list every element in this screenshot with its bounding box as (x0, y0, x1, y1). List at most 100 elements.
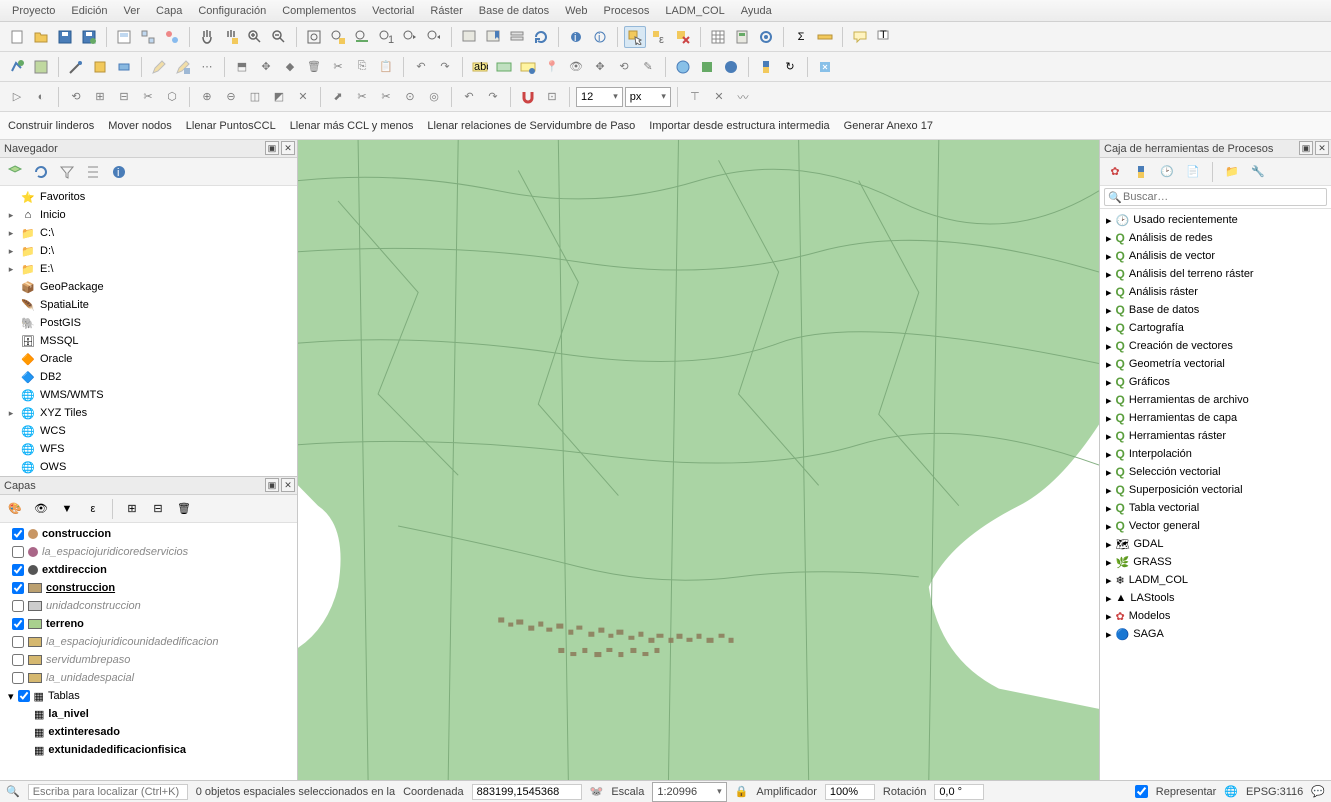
add-vector-icon[interactable] (6, 56, 28, 78)
new-bookmark-icon[interactable] (482, 26, 504, 48)
layer-item[interactable]: extdireccion (0, 561, 297, 579)
messages-icon[interactable]: 💬 (1311, 785, 1325, 798)
print-layout-icon[interactable] (113, 26, 135, 48)
identify2-icon[interactable]: i (589, 26, 611, 48)
new-project-icon[interactable] (6, 26, 28, 48)
snap-enable-icon[interactable] (517, 86, 539, 108)
select-by-expr-icon[interactable]: ε (648, 26, 670, 48)
menu-complementos[interactable]: Complementos (274, 3, 364, 19)
navegador-item[interactable]: ▸📁D:\ (0, 242, 297, 260)
layer-item[interactable]: unidadconstruccion (0, 597, 297, 615)
adv-dig-9[interactable]: ◫ (244, 86, 266, 108)
proceso-group[interactable]: ▸❄LADM_COL (1100, 571, 1331, 589)
menu-edicion[interactable]: Edición (63, 3, 115, 19)
proceso-group[interactable]: ▸🕑Usado recientemente (1100, 211, 1331, 229)
tabla-item[interactable]: ▦extinteresado (0, 723, 297, 741)
undo-icon[interactable]: ↶ (410, 56, 432, 78)
maptips-icon[interactable] (849, 26, 871, 48)
topo-edit-icon[interactable]: ⊤ (684, 86, 706, 108)
navegador-item[interactable]: ▸📁E:\ (0, 260, 297, 278)
zoom-in-icon[interactable] (244, 26, 266, 48)
snap-opts-icon[interactable]: ⊡ (541, 86, 563, 108)
layer-item[interactable]: la_unidadespacial (0, 669, 297, 687)
tablas-group[interactable]: ▾▦Tablas (0, 687, 297, 705)
proceso-group[interactable]: ▸QAnálisis ráster (1100, 283, 1331, 301)
attribute-table-icon[interactable] (707, 26, 729, 48)
move-feature-icon[interactable]: ✥ (255, 56, 277, 78)
remove-layer-icon[interactable]: 🗑 (173, 498, 195, 520)
save-all-edits-icon[interactable]: ⋯ (196, 56, 218, 78)
proceso-group[interactable]: ▸QCreación de vectores (1100, 337, 1331, 355)
add-raster-icon[interactable] (30, 56, 52, 78)
action-llenar-serv[interactable]: Llenar relaciones de Servidumbre de Paso (427, 120, 635, 132)
layer-item[interactable]: construccion (0, 579, 297, 597)
zoom-last-icon[interactable] (399, 26, 421, 48)
adv-dig-4[interactable]: ⊟ (113, 86, 135, 108)
menu-capa[interactable]: Capa (148, 3, 190, 19)
zoom-next-icon[interactable] (423, 26, 445, 48)
proceso-group[interactable]: ▸QInterpolación (1100, 445, 1331, 463)
navegador-item[interactable]: ⭐Favoritos (0, 188, 297, 206)
layer-checkbox[interactable] (12, 672, 24, 684)
plugin-manager-icon[interactable] (696, 56, 718, 78)
results-icon[interactable]: 📄 (1182, 161, 1204, 183)
proceso-group[interactable]: ▸🔵SAGA (1100, 625, 1331, 643)
capas-tree[interactable]: construccion la_espaciojuridicoredservici… (0, 523, 297, 780)
layer-checkbox[interactable] (12, 582, 24, 594)
locator-input[interactable] (28, 784, 188, 800)
navegador-item[interactable]: ▸⌂Inicio (0, 206, 297, 224)
save-icon[interactable] (54, 26, 76, 48)
refresh-icon[interactable] (530, 26, 552, 48)
edit-model-icon[interactable]: 📁 (1221, 161, 1243, 183)
proceso-group[interactable]: ▸QVector general (1100, 517, 1331, 535)
proceso-group[interactable]: ▸QHerramientas de capa (1100, 409, 1331, 427)
new-memory-icon[interactable] (113, 56, 135, 78)
zoom-selection-icon[interactable] (327, 26, 349, 48)
python-reload-icon[interactable]: ↻ (779, 56, 801, 78)
action-mover-nodos[interactable]: Mover nodos (108, 120, 172, 132)
menu-configuracion[interactable]: Configuración (190, 3, 274, 19)
collapse-all-icon[interactable]: ⊟ (147, 498, 169, 520)
layer-item[interactable]: la_espaciojuridicoredservicios (0, 543, 297, 561)
adv-dig-16[interactable]: ◎ (423, 86, 445, 108)
zoom-native-icon[interactable]: 1:1 (375, 26, 397, 48)
history-icon[interactable]: 🕑 (1156, 161, 1178, 183)
layer-checkbox[interactable] (12, 564, 24, 576)
plugin-globe-icon[interactable] (672, 56, 694, 78)
adv-dig-6[interactable]: ⬡ (161, 86, 183, 108)
layer-item[interactable]: la_espaciojuridicounidadedificacion (0, 633, 297, 651)
navegador-item[interactable]: 🪶SpatiaLite (0, 296, 297, 314)
proceso-group[interactable]: ▸QAnálisis de redes (1100, 229, 1331, 247)
proceso-group[interactable]: ▸QGeometría vectorial (1100, 355, 1331, 373)
plugin-ladm-icon[interactable] (720, 56, 742, 78)
layer-checkbox[interactable] (12, 654, 24, 666)
measure-icon[interactable] (814, 26, 836, 48)
adv-dig-15[interactable]: ⊙ (399, 86, 421, 108)
menu-ayuda[interactable]: Ayuda (733, 3, 780, 19)
adv-dig-1[interactable]: ◐ (30, 86, 52, 108)
script-icon[interactable] (1130, 161, 1152, 183)
tabla-item[interactable]: ▦extunidadedificacionfisica (0, 741, 297, 759)
layer-item[interactable]: servidumbrepaso (0, 651, 297, 669)
extents-icon[interactable]: 🐭 (590, 785, 604, 798)
panel-restore-icon[interactable]: ▣ (1299, 141, 1313, 155)
edit-pencil-icon[interactable] (148, 56, 170, 78)
render-checkbox[interactable] (1135, 785, 1148, 798)
proceso-group[interactable]: ▸QAnálisis de vector (1100, 247, 1331, 265)
snap-intersect-icon[interactable]: ✕ (708, 86, 730, 108)
action-importar[interactable]: Importar desde estructura intermedia (649, 120, 829, 132)
menu-vectorial[interactable]: Vectorial (364, 3, 422, 19)
filter-layer-icon[interactable]: ▼ (56, 498, 78, 520)
label-show-icon[interactable]: 👁 (565, 56, 587, 78)
pan-selection-icon[interactable] (220, 26, 242, 48)
paste-icon[interactable]: 📋 (375, 56, 397, 78)
amp-input[interactable] (825, 784, 875, 800)
adv-dig-2[interactable]: ⟲ (65, 86, 87, 108)
zoom-out-icon[interactable] (268, 26, 290, 48)
navegador-item[interactable]: 🌐WFS (0, 440, 297, 458)
redo-icon[interactable]: ↷ (434, 56, 456, 78)
adv-dig-18[interactable]: ↷ (482, 86, 504, 108)
adv-dig-10[interactable]: ◩ (268, 86, 290, 108)
navegador-item[interactable]: 📦GeoPackage (0, 278, 297, 296)
expand-all-icon[interactable]: ⊞ (121, 498, 143, 520)
